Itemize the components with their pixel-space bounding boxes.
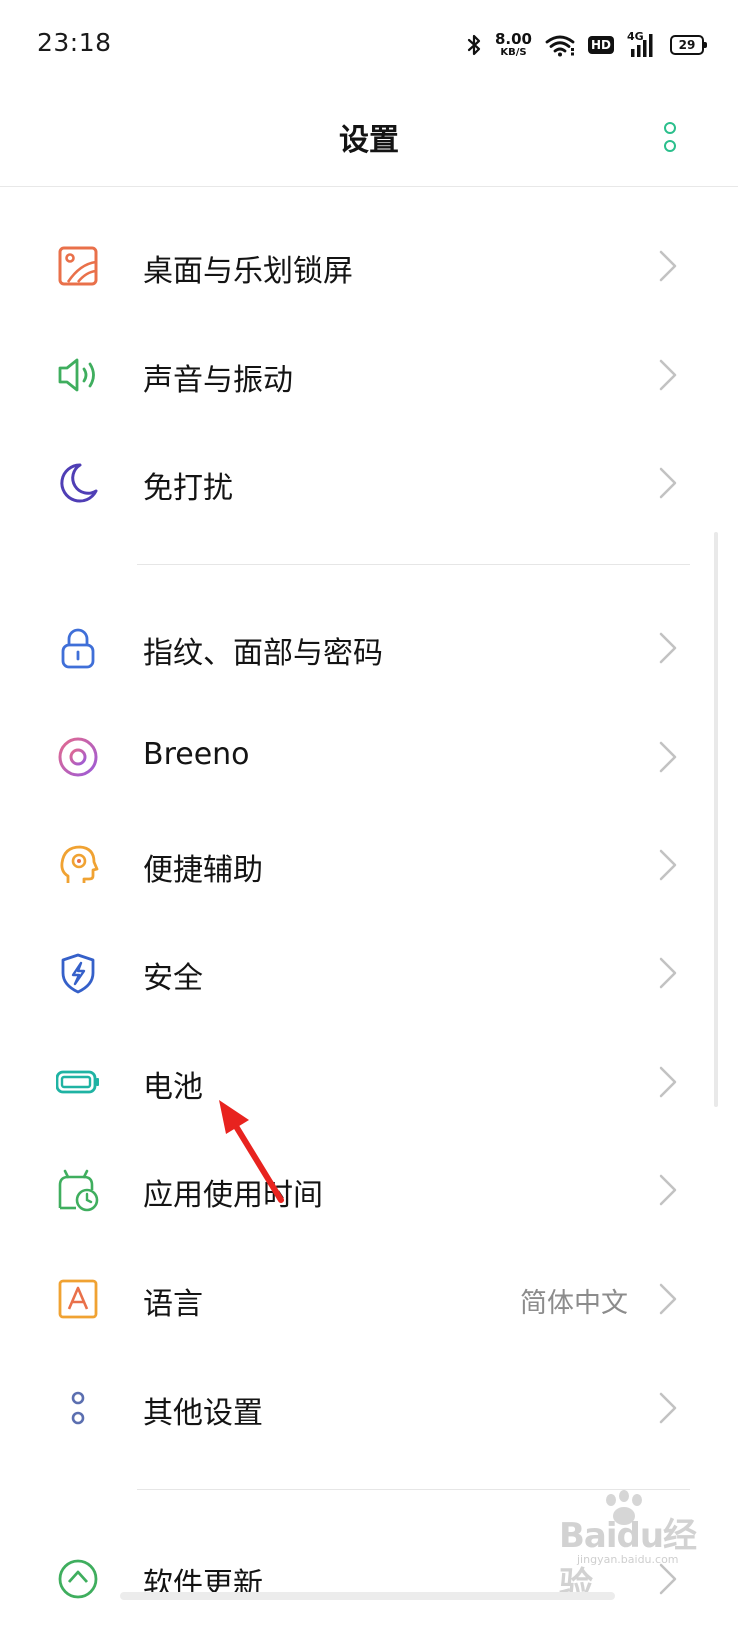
bluetooth-icon	[467, 34, 481, 56]
settings-item-label: 免打扰	[143, 471, 233, 506]
watermark-sub: jingyan.baidu.com	[577, 1553, 679, 1566]
chevron-right-icon	[659, 957, 677, 989]
signal-indicator: 4G	[627, 30, 657, 58]
wifi-icon	[545, 35, 575, 57]
app-usage-time-icon	[58, 1169, 99, 1212]
chevron-right-icon	[659, 849, 677, 881]
network-speed-value: 8.00	[494, 30, 532, 48]
more-options-button[interactable]	[658, 120, 682, 154]
chevron-right-icon	[659, 467, 677, 499]
network-speed-unit: KB/S	[500, 47, 527, 58]
settings-item-other-settings[interactable]: 其他设置	[0, 1358, 738, 1458]
moon-icon	[60, 463, 98, 503]
settings-item-battery[interactable]: 电池	[0, 1032, 738, 1132]
settings-item-security[interactable]: 安全	[0, 923, 738, 1023]
status-bar: 23:18 8.00 KB/S HD 4G 29	[0, 0, 738, 90]
settings-item-label: 安全	[143, 961, 203, 996]
network-speed: 8.00 KB/S	[495, 32, 532, 58]
settings-item-label: 声音与振动	[143, 363, 293, 398]
battery-icon	[56, 1070, 99, 1094]
settings-item-convenience-assist[interactable]: 便捷辅助	[0, 815, 738, 915]
settings-item-label: 应用使用时间	[143, 1178, 323, 1213]
status-time: 23:18	[37, 28, 112, 57]
speaker-icon	[58, 358, 95, 392]
settings-item-do-not-disturb[interactable]: 免打扰	[0, 433, 738, 533]
wallpaper-icon	[58, 246, 98, 286]
settings-item-label: Breeno	[143, 737, 250, 772]
app-header: 设置	[0, 90, 738, 187]
chevron-right-icon	[659, 1392, 677, 1424]
settings-item-app-usage-time[interactable]: 应用使用时间	[0, 1140, 738, 1240]
section-divider	[137, 564, 690, 565]
chevron-right-icon	[659, 1066, 677, 1098]
chevron-right-icon	[659, 1174, 677, 1206]
other-settings-icon	[71, 1391, 85, 1425]
hd-badge: HD	[587, 36, 614, 54]
language-icon	[58, 1279, 98, 1319]
bottom-overlay-bar	[120, 1592, 615, 1600]
chevron-right-icon	[659, 632, 677, 664]
chevron-right-icon	[659, 250, 677, 282]
settings-item-language[interactable]: 语言 简体中文	[0, 1249, 738, 1349]
settings-item-fingerprint-face-password[interactable]: 指纹、面部与密码	[0, 598, 738, 698]
settings-item-label: 便捷辅助	[143, 853, 263, 888]
breeno-icon	[58, 737, 98, 777]
chevron-right-icon	[659, 1283, 677, 1315]
settings-item-label: 桌面与乐划锁屏	[143, 254, 353, 289]
settings-item-breeno[interactable]: Breeno	[0, 707, 738, 807]
update-icon	[58, 1559, 98, 1599]
settings-item-desktop-lockscreen[interactable]: 桌面与乐划锁屏	[0, 216, 738, 316]
chevron-right-icon	[659, 359, 677, 391]
settings-item-label: 语言	[143, 1287, 203, 1322]
more-vertical-icon	[664, 122, 676, 134]
language-current-value: 简体中文	[520, 1288, 628, 1319]
assist-head-icon	[60, 845, 99, 883]
shield-icon	[61, 953, 95, 994]
settings-item-label: 电池	[143, 1070, 203, 1105]
status-icons: 8.00 KB/S HD 4G 29	[466, 28, 707, 62]
page-title: 设置	[339, 123, 399, 158]
battery-icon: 29	[670, 35, 707, 55]
baidu-jingyan-watermark: Baidu经验 jingyan.baidu.com	[553, 1490, 723, 1605]
more-vertical-icon-dot	[664, 140, 676, 152]
settings-item-label: 其他设置	[143, 1396, 263, 1431]
settings-item-sound-vibration[interactable]: 声音与振动	[0, 325, 738, 425]
chevron-right-icon	[659, 741, 677, 773]
lock-icon	[61, 628, 95, 669]
settings-item-label: 指纹、面部与密码	[143, 636, 383, 671]
signal-icon	[631, 34, 653, 57]
